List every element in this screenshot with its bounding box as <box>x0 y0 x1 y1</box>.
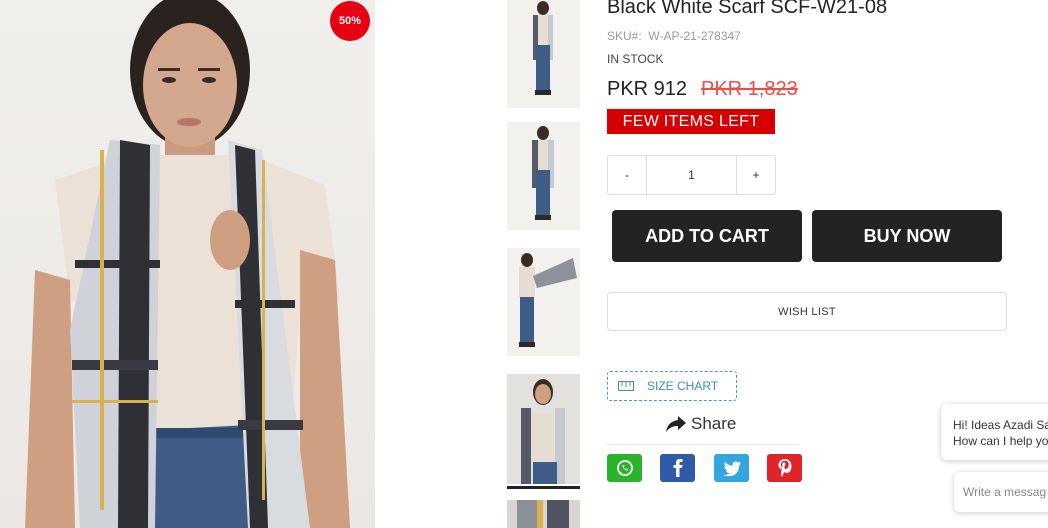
twitter-icon <box>723 460 741 476</box>
facebook-share-button[interactable] <box>660 454 695 482</box>
thumbnail-1[interactable] <box>507 0 580 108</box>
size-chart-button[interactable]: SIZE CHART <box>607 371 737 401</box>
sku-value: W-AP-21-278347 <box>648 29 741 43</box>
quantity-input[interactable]: 1 <box>646 156 737 194</box>
pinterest-share-button[interactable] <box>767 454 802 482</box>
chat-greeting-line-2: How can I help yo <box>953 434 1048 448</box>
discount-badge: 50% <box>330 1 370 41</box>
size-chart-label: SIZE CHART <box>647 379 719 393</box>
main-product-image[interactable]: 50% <box>0 0 375 528</box>
quantity-decrease-button[interactable]: - <box>608 156 646 194</box>
share-label: Share <box>691 414 737 433</box>
share-button[interactable]: Share <box>666 414 736 434</box>
quantity-stepper: - 1 + <box>607 155 776 195</box>
chat-greeting-line-1: Hi! Ideas Azadi Sa <box>953 418 1048 432</box>
facebook-icon <box>672 459 684 477</box>
stock-alert-badge: FEW ITEMS LEFT <box>607 109 775 134</box>
thumbnail-4[interactable] <box>507 374 580 484</box>
chat-message-input[interactable]: Write a messag <box>954 472 1048 512</box>
product-sku: SKU#: W-AP-21-278347 <box>607 29 741 43</box>
thumbnail-5[interactable] <box>507 500 580 528</box>
sale-price: PKR 912 <box>607 78 688 100</box>
whatsapp-share-button[interactable] <box>607 454 642 482</box>
thumbnail-2[interactable] <box>507 122 580 230</box>
stock-status: IN STOCK <box>607 52 664 66</box>
share-arrow-icon <box>666 416 686 432</box>
add-to-cart-button[interactable]: ADD TO CART <box>612 210 802 262</box>
twitter-share-button[interactable] <box>714 454 749 482</box>
ruler-icon <box>618 381 634 391</box>
thumbnail-active-indicator <box>507 486 580 489</box>
sku-label: SKU#: <box>607 29 642 43</box>
buy-now-button[interactable]: BUY NOW <box>812 210 1002 262</box>
chat-greeting-bubble[interactable]: Hi! Ideas Azadi Sa How can I help yo <box>941 404 1048 460</box>
product-title: Black White Scarf SCF-W21-08 <box>607 0 888 18</box>
wish-list-button[interactable]: WISH LIST <box>607 292 1007 331</box>
quantity-increase-button[interactable]: + <box>737 156 775 194</box>
share-divider <box>607 444 799 445</box>
thumbnail-gallery <box>507 0 580 528</box>
original-price: PKR 1,823 <box>701 78 798 100</box>
whatsapp-icon <box>616 459 634 477</box>
thumbnail-3[interactable] <box>507 248 580 356</box>
pinterest-icon <box>778 459 792 477</box>
